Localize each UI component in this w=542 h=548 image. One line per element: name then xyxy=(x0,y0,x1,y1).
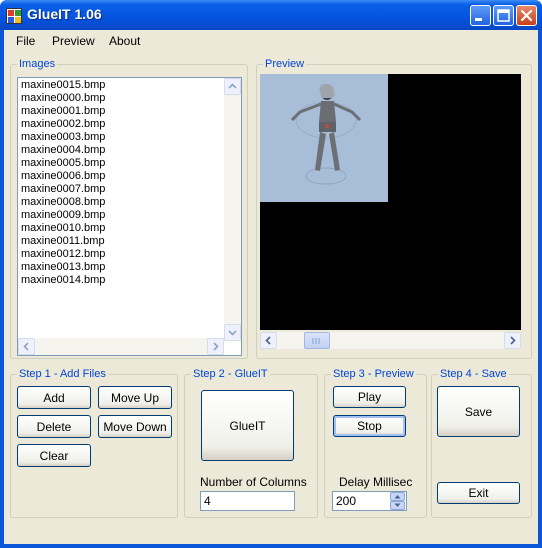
scroll-up-button[interactable] xyxy=(224,78,241,95)
preview-scroll-left-button[interactable] xyxy=(260,332,277,349)
play-button[interactable]: Play xyxy=(333,386,406,408)
stop-button[interactable]: Stop xyxy=(333,415,406,437)
maximize-button[interactable] xyxy=(493,5,514,26)
glueit-button[interactable]: GlueIT xyxy=(201,390,294,461)
list-item[interactable]: maxine0000.bmp xyxy=(18,92,241,105)
delay-value: 200 xyxy=(336,494,357,508)
preview-group-title: Preview xyxy=(263,57,307,71)
delay-label: Delay Millisec xyxy=(339,475,413,489)
move-up-button[interactable]: Move Up xyxy=(98,386,172,409)
scroll-left-button[interactable] xyxy=(18,338,35,355)
menu-about[interactable]: About xyxy=(109,34,140,48)
step3-title: Step 3 - Preview xyxy=(331,367,416,381)
images-group-title: Images xyxy=(17,57,58,71)
menu-bar: File Preview About xyxy=(4,30,538,52)
title-bar[interactable]: GlueIT 1.06 xyxy=(0,0,542,30)
menu-file[interactable]: File xyxy=(16,34,35,48)
minimize-button[interactable] xyxy=(470,5,491,26)
columns-label: Number of Columns xyxy=(200,475,307,489)
grip-icon xyxy=(312,338,320,344)
step2-title: Step 2 - GlueIT xyxy=(191,367,270,381)
move-down-button[interactable]: Move Down xyxy=(98,415,172,438)
close-button[interactable] xyxy=(516,5,537,26)
delay-increment-button[interactable] xyxy=(390,492,405,501)
preview-canvas xyxy=(260,74,521,330)
client-area: File Preview About Images maxine0015.bmp… xyxy=(4,30,538,544)
images-listbox[interactable]: maxine0015.bmp maxine0000.bmp maxine0001… xyxy=(17,77,242,356)
preview-scroll-thumb[interactable] xyxy=(304,332,330,349)
list-item[interactable]: maxine0007.bmp xyxy=(18,183,241,196)
save-button[interactable]: Save xyxy=(437,386,520,437)
app-icon xyxy=(6,8,22,24)
step4-title: Step 4 - Save xyxy=(438,367,509,381)
list-item[interactable]: maxine0015.bmp xyxy=(18,79,241,92)
chevron-right-icon xyxy=(213,342,219,351)
add-button[interactable]: Add xyxy=(17,386,91,409)
clear-button[interactable]: Clear xyxy=(17,444,91,467)
preview-horizontal-scrollbar[interactable] xyxy=(260,332,521,349)
list-item[interactable]: maxine0013.bmp xyxy=(18,261,241,274)
chevron-left-icon xyxy=(265,336,271,345)
delete-button[interactable]: Delete xyxy=(17,415,91,438)
list-item[interactable]: maxine0011.bmp xyxy=(18,235,241,248)
list-item[interactable]: maxine0002.bmp xyxy=(18,118,241,131)
sprite-frame xyxy=(260,74,388,202)
list-item[interactable]: maxine0010.bmp xyxy=(18,222,241,235)
list-item[interactable]: maxine0001.bmp xyxy=(18,105,241,118)
chevron-up-icon xyxy=(228,83,237,89)
file-list: maxine0015.bmp maxine0000.bmp maxine0001… xyxy=(18,78,241,287)
list-item[interactable]: maxine0014.bmp xyxy=(18,274,241,287)
list-item[interactable]: maxine0006.bmp xyxy=(18,170,241,183)
app-window: GlueIT 1.06 File Preview About Images ma… xyxy=(0,0,542,548)
close-icon xyxy=(520,9,533,22)
spin-down-icon xyxy=(394,503,401,507)
maximize-icon xyxy=(497,9,510,22)
preview-scroll-right-button[interactable] xyxy=(504,332,521,349)
chevron-down-icon xyxy=(228,330,237,336)
delay-input[interactable]: 200 xyxy=(332,491,407,511)
images-group: Images maxine0015.bmp maxine0000.bmp max… xyxy=(10,57,248,359)
list-vertical-scrollbar[interactable] xyxy=(224,78,241,341)
list-item[interactable]: maxine0009.bmp xyxy=(18,209,241,222)
window-title: GlueIT 1.06 xyxy=(27,6,102,22)
list-item[interactable]: maxine0004.bmp xyxy=(18,144,241,157)
delay-decrement-button[interactable] xyxy=(390,501,405,510)
scroll-down-button[interactable] xyxy=(224,324,241,341)
list-item[interactable]: maxine0012.bmp xyxy=(18,248,241,261)
list-horizontal-scrollbar[interactable] xyxy=(18,338,224,355)
columns-input[interactable]: 4 xyxy=(200,491,295,511)
exit-button[interactable]: Exit xyxy=(437,482,520,504)
scroll-right-button[interactable] xyxy=(207,338,224,355)
list-item[interactable]: maxine0003.bmp xyxy=(18,131,241,144)
list-item[interactable]: maxine0008.bmp xyxy=(18,196,241,209)
menu-preview[interactable]: Preview xyxy=(52,34,95,48)
chevron-left-icon xyxy=(23,342,29,351)
list-item[interactable]: maxine0005.bmp xyxy=(18,157,241,170)
chevron-right-icon xyxy=(510,336,516,345)
step1-title: Step 1 - Add Files xyxy=(17,367,108,381)
minimize-icon xyxy=(475,18,482,21)
character-sprite xyxy=(290,84,362,185)
spin-up-icon xyxy=(394,495,401,499)
